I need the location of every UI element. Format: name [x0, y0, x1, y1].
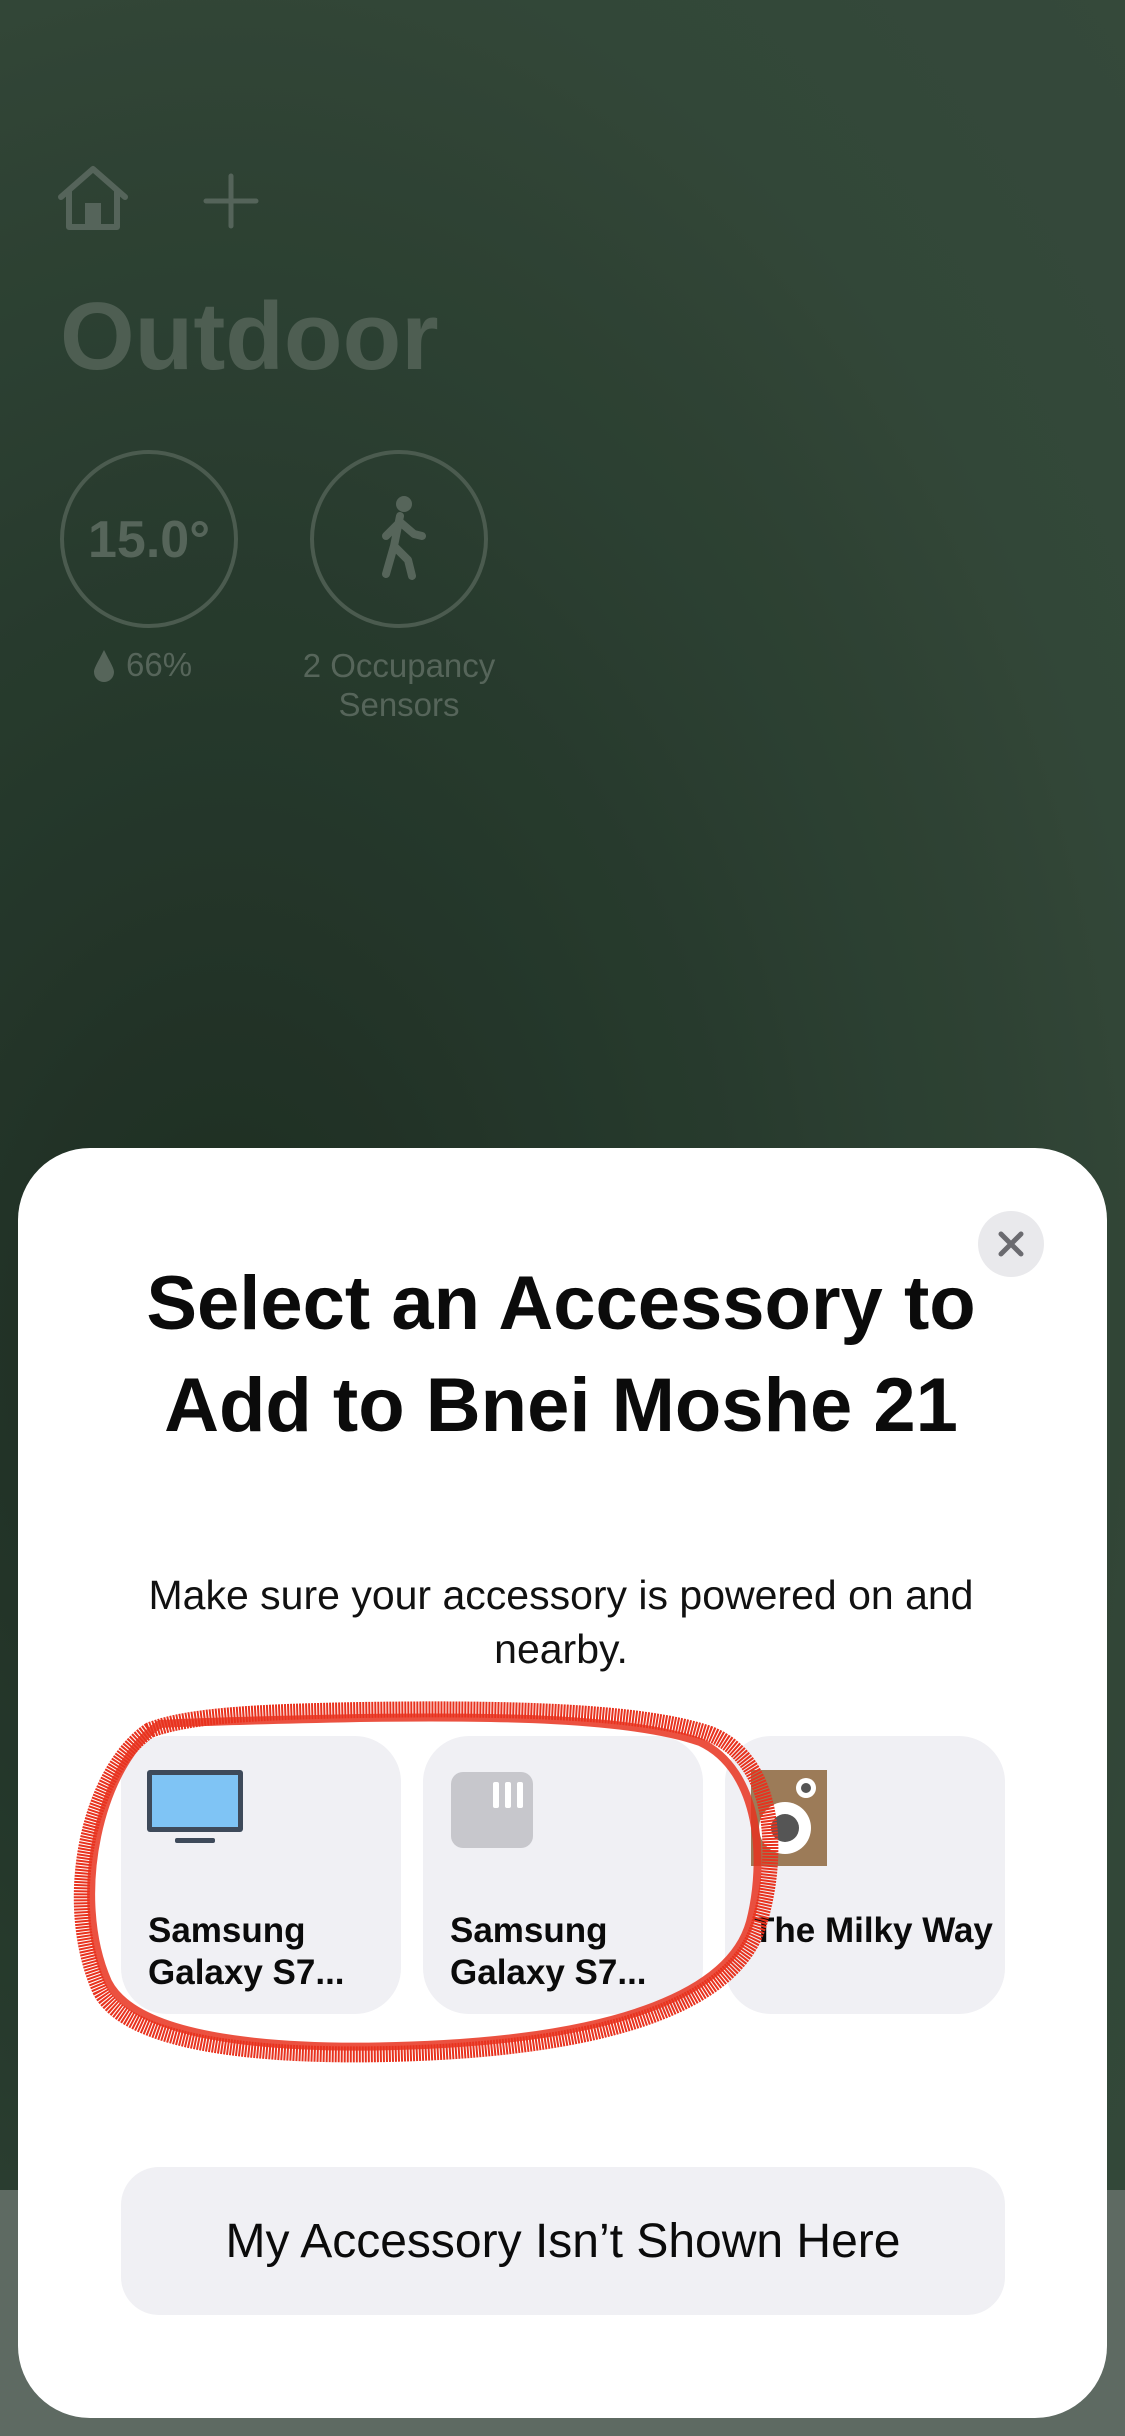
tv-icon: [147, 1770, 243, 1843]
home-icon[interactable]: [55, 163, 131, 233]
room-title: Outdoor: [60, 283, 439, 390]
accessory-label: Samsung Galaxy S7...: [450, 1911, 647, 1992]
occupancy-label: 2 Occupancy Sensors: [302, 647, 496, 723]
speaker-icon: [751, 1770, 827, 1866]
accessory-not-shown-button[interactable]: My Accessory Isn’t Shown Here: [121, 2167, 1005, 2315]
drop-icon: [94, 650, 114, 682]
accessory-card-milky-way[interactable]: The Milky Way: [725, 1736, 1005, 2014]
sheet-subtitle: Make sure your accessory is powered on a…: [148, 1572, 974, 1672]
occupancy-sensor-tile[interactable]: [310, 450, 488, 628]
accessory-card-samsung-device[interactable]: Samsung Galaxy S7...: [423, 1736, 703, 2014]
device-icon: [451, 1772, 533, 1848]
temperature-value: 15.0°: [87, 511, 210, 569]
temperature-sensor-tile[interactable]: 15.0°: [60, 450, 238, 628]
sheet-title: Select an Accessory to Add to Bnei Moshe…: [146, 1261, 976, 1448]
accessory-label: The Milky Way: [753, 1911, 993, 1950]
plus-icon[interactable]: [200, 170, 262, 232]
walking-person-icon: [382, 496, 426, 580]
humidity-value: 66%: [126, 646, 193, 683]
accessory-card-samsung-tv[interactable]: Samsung Galaxy S7...: [121, 1736, 401, 2014]
humidity-readout: 66%: [92, 646, 192, 684]
accessory-label: Samsung Galaxy S7...: [148, 1911, 345, 1992]
